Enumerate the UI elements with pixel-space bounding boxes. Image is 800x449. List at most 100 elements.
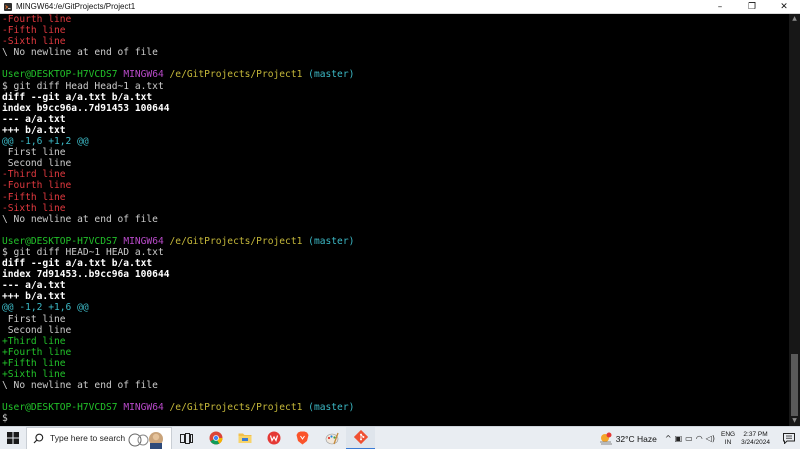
added-line: +Sixth line (2, 369, 66, 380)
prompt-user: User@DESKTOP-H7VCDS7 (2, 235, 118, 247)
chrome-icon (209, 431, 222, 445)
prompt-user: User@DESKTOP-H7VCDS7 (2, 402, 118, 414)
minimize-button[interactable]: – (704, 0, 736, 14)
prompt-path: /e/GitProjects/Project1 (169, 235, 303, 247)
prompt-env: MINGW64 (123, 402, 164, 414)
brave-icon (296, 431, 309, 445)
notification-icon (783, 433, 795, 444)
prompt-branch: (master) (308, 402, 355, 414)
maximize-button[interactable]: ❐ (736, 0, 768, 14)
taskbar-file-explorer[interactable] (230, 427, 259, 449)
diff-index: index 7d91453..b9cc96a 100644 (2, 269, 170, 281)
battery-icon[interactable]: ▭ (685, 434, 693, 443)
language-code: ENG (720, 430, 736, 438)
diff-minus-file: --- a/a.txt (2, 113, 66, 125)
terminal-output[interactable]: -Fourth line -Fifth line -Sixth line \ N… (0, 14, 789, 426)
search-highlight-icon (128, 431, 163, 449)
removed-line: -Sixth line (2, 36, 66, 48)
added-line: +Third line (2, 335, 66, 347)
taskbar-paint[interactable] (317, 427, 346, 449)
prompt-path: /e/GitProjects/Project1 (169, 402, 303, 414)
scrollbar-thumb[interactable] (791, 354, 798, 416)
diff-plus-file: +++ b/a.txt (2, 291, 66, 303)
diff-plus-file: +++ b/a.txt (2, 124, 66, 136)
window-titlebar: MINGW64:/e/GitProjects/Project1 – ❐ ✕ (0, 0, 800, 14)
removed-line: -Sixth line (2, 202, 66, 214)
task-view-icon (180, 432, 193, 444)
removed-line: -Third line (2, 169, 66, 181)
taskbar-chrome[interactable] (201, 427, 230, 449)
chevron-up-icon[interactable]: ^ (665, 434, 672, 443)
removed-line: -Fourth line (2, 180, 72, 192)
taskbar-search[interactable]: Type here to search (26, 426, 172, 449)
added-line: +Fifth line (2, 357, 66, 369)
folder-icon (238, 433, 251, 443)
windows-logo-icon (7, 432, 19, 444)
shell-prompt: User@DESKTOP-H7VCDS7 MINGW64 /e/GitProje… (2, 402, 354, 413)
prompt-user: User@DESKTOP-H7VCDS7 (2, 69, 118, 81)
close-button[interactable]: ✕ (768, 0, 800, 14)
weather-haze-icon (599, 432, 612, 445)
paint-icon (325, 432, 339, 445)
diff-header: diff --git a/a.txt b/a.txt (2, 91, 153, 103)
window-title: MINGW64:/e/GitProjects/Project1 (16, 2, 136, 11)
git-icon (353, 430, 368, 444)
window-controls: – ❐ ✕ (704, 0, 800, 14)
removed-line: -Fifth line (2, 191, 66, 203)
diff-hunk: @@ -1,2 +1,6 @@ (2, 302, 89, 314)
command-line: $ git diff HEAD~1 HEAD a.txt (2, 246, 164, 258)
system-tray: 32°C Haze ^ ▣ ▭ ◠ ◁) ENG IN 2:37 PM 3/24… (599, 427, 800, 449)
context-line: First line (2, 147, 66, 159)
taskbar-wps[interactable] (259, 427, 288, 449)
search-placeholder: Type here to search (50, 433, 126, 443)
wifi-icon[interactable]: ◠ (696, 434, 703, 443)
scroll-down-icon[interactable]: ▼ (790, 417, 799, 425)
command-line: $ git diff Head Head~1 a.txt (2, 80, 164, 92)
shell-prompt: User@DESKTOP-H7VCDS7 MINGW64 /e/GitProje… (2, 69, 354, 80)
scroll-up-icon[interactable]: ▲ (790, 15, 799, 23)
taskbar-brave[interactable] (288, 427, 317, 449)
added-line: +Fourth line (2, 346, 72, 358)
shell-prompt: User@DESKTOP-H7VCDS7 MINGW64 /e/GitProje… (2, 236, 354, 247)
context-line: Second line (2, 158, 72, 170)
diff-index: index b9cc96a..7d91453 100644 (2, 102, 170, 114)
no-newline-note: \ No newline at end of file (2, 47, 158, 59)
start-button[interactable] (0, 427, 26, 449)
diff-header: diff --git a/a.txt b/a.txt (2, 258, 153, 270)
taskbar-git-bash[interactable] (346, 426, 375, 449)
taskbar: Type here to search 32°C Haze ^ ▣ ▭ ◠ ◁)… (0, 426, 800, 449)
terminal-scrollbar[interactable]: ▲ ▼ (789, 14, 800, 426)
context-line: First line (2, 313, 66, 325)
prompt-env: MINGW64 (123, 235, 164, 247)
no-newline-note: \ No newline at end of file (2, 213, 158, 225)
diff-minus-file: --- a/a.txt (2, 280, 66, 292)
language-indicator[interactable]: ENG IN (721, 431, 735, 447)
wps-office-icon (267, 431, 280, 445)
removed-line: -Fourth line (2, 14, 72, 25)
context-line: Second line (2, 324, 72, 336)
search-icon (33, 433, 44, 443)
system-clock[interactable]: 2:37 PM 3/24/2024 (741, 431, 770, 447)
prompt-env: MINGW64 (123, 69, 164, 81)
weather-widget[interactable]: 32°C Haze (599, 432, 657, 445)
weather-text: 32°C Haze (615, 433, 657, 444)
notification-center-button[interactable] (778, 427, 800, 449)
prompt-path: /e/GitProjects/Project1 (169, 69, 303, 81)
volume-icon[interactable]: ◁) (706, 434, 715, 443)
region-code: IN (724, 438, 732, 446)
meet-now-icon[interactable]: ▣ (675, 434, 683, 443)
tray-icons: ^ ▣ ▭ ◠ ◁) (665, 434, 715, 443)
removed-line: -Fifth line (2, 25, 66, 37)
diff-hunk: @@ -1,6 +1,2 @@ (2, 136, 89, 148)
prompt-branch: (master) (308, 235, 355, 247)
clock-time: 2:37 PM (743, 430, 768, 438)
git-bash-icon (4, 2, 12, 11)
no-newline-note: \ No newline at end of file (2, 380, 158, 392)
task-view-button[interactable] (172, 427, 201, 449)
clock-date: 3/24/2024 (741, 438, 770, 446)
command-input-line[interactable]: $ (2, 413, 354, 424)
prompt-branch: (master) (308, 69, 355, 81)
